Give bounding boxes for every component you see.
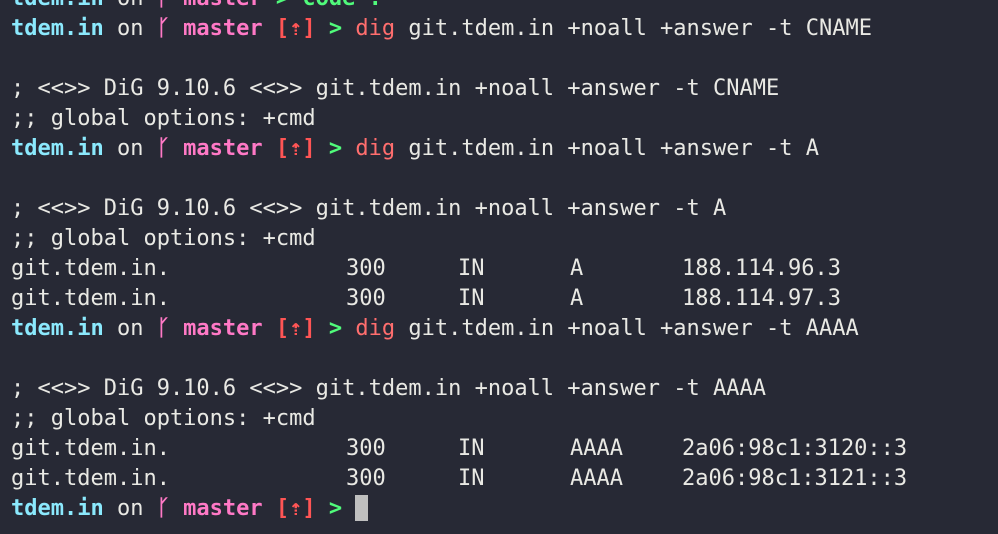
record-type: AAAA <box>570 466 623 491</box>
record-type: A <box>570 256 584 281</box>
prompt-arrow: > <box>328 496 343 521</box>
command-name: dig <box>355 16 396 41</box>
prompt-arrow: > <box>328 316 343 341</box>
prompt-on: on <box>117 0 144 11</box>
prompt-branch: master <box>183 496 263 521</box>
record-class: IN <box>458 436 485 461</box>
prompt-host: tdem.in <box>11 496 104 521</box>
dig-header: ; <<>> DiG 9.10.6 <<>> git.tdem.in +noal… <box>11 76 780 101</box>
record-name: git.tdem.in. <box>11 436 170 461</box>
prompt-branch: master <box>183 16 263 41</box>
prompt-line: tdem.in on ᚴ master [⇡] > dig git.tdem.i… <box>11 14 998 44</box>
record-class: IN <box>458 466 485 491</box>
dig-options: ;; global options: +cmd <box>11 226 316 251</box>
git-branch-icon: ᚴ <box>156 316 170 341</box>
record-ttl: 300 <box>346 466 386 491</box>
git-branch-icon: ᚴ <box>157 0 170 11</box>
record-class: IN <box>458 256 485 281</box>
record-name: git.tdem.in. <box>11 256 170 281</box>
record-name: git.tdem.in. <box>11 286 170 311</box>
prompt-host: tdem.in <box>11 0 104 11</box>
prompt-on: on <box>116 136 144 161</box>
active-prompt-line[interactable]: tdem.in on ᚴ master [⇡] > <box>11 494 998 524</box>
record-value: 188.114.97.3 <box>682 286 841 311</box>
prompt-arrow: > <box>328 16 343 41</box>
dig-options: ;; global options: +cmd <box>11 406 316 431</box>
record-type: AAAA <box>570 436 623 461</box>
dig-options: ;; global options: +cmd <box>11 106 316 131</box>
record-value: 2a06:98c1:3121::3 <box>682 466 908 491</box>
record-name: git.tdem.in. <box>11 466 170 491</box>
prompt-git-status: [⇡] <box>275 16 316 41</box>
dig-header: ; <<>> DiG 9.10.6 <<>> git.tdem.in +noal… <box>11 376 766 401</box>
dns-record: git.tdem.in. 300 IN AAAA 2a06:98c1:3121::3 <box>11 464 998 494</box>
command-args: git.tdem.in +noall +answer -t A <box>395 136 819 161</box>
dig-header: ; <<>> DiG 9.10.6 <<>> git.tdem.in +noal… <box>11 196 727 221</box>
prompt-branch: master <box>183 136 263 161</box>
prompt-on: on <box>116 316 144 341</box>
dns-record: git.tdem.in. 300 IN AAAA 2a06:98c1:3120::3 <box>11 434 998 464</box>
record-ttl: 300 <box>346 286 386 311</box>
record-ttl: 300 <box>346 256 386 281</box>
prompt-git-status: [⇡] <box>275 136 316 161</box>
record-type: A <box>570 286 584 311</box>
prompt-line-partial: tdem.in on ᚴ master > code . <box>11 0 998 14</box>
record-value: 2a06:98c1:3120::3 <box>682 436 908 461</box>
dns-record: git.tdem.in. 300 IN A 188.114.97.3 <box>11 284 998 314</box>
prompt-git-status: [⇡] <box>275 496 316 521</box>
command-args: git.tdem.in +noall +answer -t CNAME <box>395 16 872 41</box>
record-value: 188.114.96.3 <box>682 256 841 281</box>
prompt-branch: master <box>183 316 263 341</box>
prompt-line: tdem.in on ᚴ master [⇡] > dig git.tdem.i… <box>11 134 998 164</box>
git-branch-icon: ᚴ <box>156 136 170 161</box>
terminal-output: tdem.in on ᚴ master > code . tdem.in on … <box>11 0 998 524</box>
prompt-git-status: [⇡] <box>275 316 316 341</box>
git-branch-icon: ᚴ <box>156 16 170 41</box>
prompt-host: tdem.in <box>11 316 104 341</box>
prompt-branch: master <box>183 0 262 11</box>
record-class: IN <box>458 286 485 311</box>
command-args: git.tdem.in +noall +answer -t AAAA <box>395 316 859 341</box>
dns-record: git.tdem.in. 300 IN A 188.114.96.3 <box>11 254 998 284</box>
prompt-host: tdem.in <box>11 16 104 41</box>
prompt-host: tdem.in <box>11 136 104 161</box>
prompt-rest: > code . <box>276 0 382 11</box>
prompt-line: tdem.in on ᚴ master [⇡] > dig git.tdem.i… <box>11 314 998 344</box>
command-name: dig <box>355 316 396 341</box>
record-ttl: 300 <box>346 436 386 461</box>
git-branch-icon: ᚴ <box>156 496 170 521</box>
prompt-on: on <box>116 496 144 521</box>
prompt-arrow: > <box>328 136 343 161</box>
prompt-on: on <box>116 16 144 41</box>
terminal-window[interactable]: tdem.in on ᚴ master > code . tdem.in on … <box>0 0 998 534</box>
command-name: dig <box>355 136 396 161</box>
text-cursor[interactable] <box>355 495 369 521</box>
